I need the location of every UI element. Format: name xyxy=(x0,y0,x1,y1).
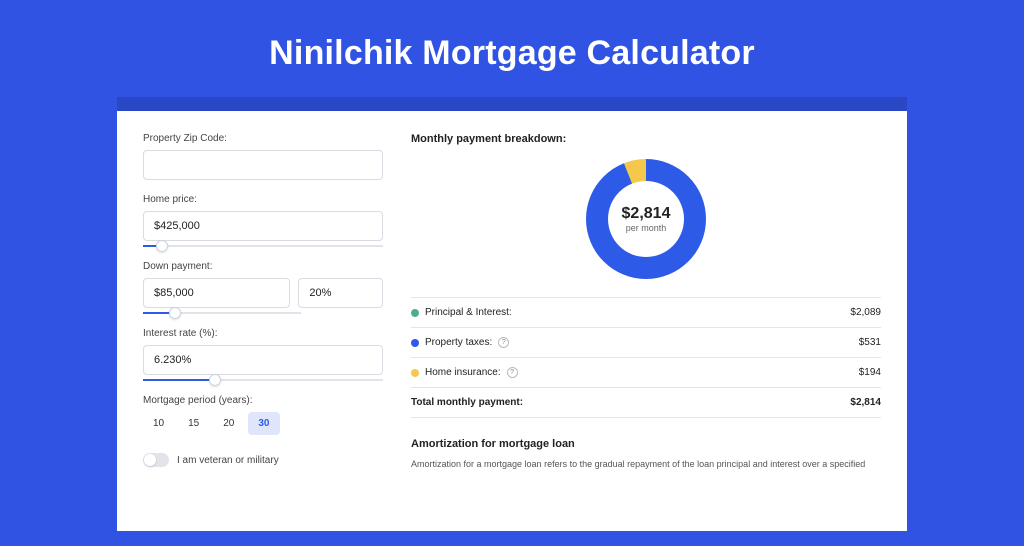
interest-rate-field: Interest rate (%): xyxy=(143,328,383,381)
donut-amount: $2,814 xyxy=(622,205,671,223)
total-row: Total monthly payment: $2,814 xyxy=(411,388,881,418)
home-price-field: Home price: xyxy=(143,194,383,247)
breakdown-title: Monthly payment breakdown: xyxy=(411,133,881,145)
row-label: Property taxes: xyxy=(425,337,492,348)
slider-thumb[interactable] xyxy=(156,240,168,252)
breakdown-row: Principal & Interest: $2,089 xyxy=(411,298,881,328)
page-title: Ninilchik Mortgage Calculator xyxy=(0,34,1024,73)
mortgage-period-label: Mortgage period (years): xyxy=(143,395,383,406)
breakdown-row: Home insurance:? $194 xyxy=(411,358,881,388)
breakdown-rows: Principal & Interest: $2,089 Property taxe… xyxy=(411,297,881,418)
zip-input[interactable] xyxy=(143,150,383,180)
mortgage-period-tabs: 10152030 xyxy=(143,412,383,435)
period-tab-15[interactable]: 15 xyxy=(178,412,209,435)
interest-rate-label: Interest rate (%): xyxy=(143,328,383,339)
help-icon[interactable]: ? xyxy=(498,337,509,348)
donut-sub: per month xyxy=(622,223,671,233)
calculator-card: Property Zip Code: Home price: Down paym… xyxy=(117,111,907,531)
veteran-toggle[interactable] xyxy=(143,453,169,467)
breakdown-column: Monthly payment breakdown: $2,814 per mo… xyxy=(411,133,881,471)
down-payment-input[interactable] xyxy=(143,278,290,308)
down-payment-slider[interactable] xyxy=(143,312,301,314)
row-label: Principal & Interest: xyxy=(425,307,512,318)
green-dot-icon xyxy=(411,309,419,317)
home-price-label: Home price: xyxy=(143,194,383,205)
period-tab-20[interactable]: 20 xyxy=(213,412,244,435)
slider-thumb[interactable] xyxy=(169,307,181,319)
inputs-column: Property Zip Code: Home price: Down paym… xyxy=(143,133,383,471)
zip-label: Property Zip Code: xyxy=(143,133,383,144)
amortization-title: Amortization for mortgage loan xyxy=(411,438,881,450)
period-tab-10[interactable]: 10 xyxy=(143,412,174,435)
down-payment-field: Down payment: xyxy=(143,261,383,314)
row-value: $194 xyxy=(859,367,881,378)
down-payment-label: Down payment: xyxy=(143,261,383,272)
interest-rate-input[interactable] xyxy=(143,345,383,375)
row-value: $2,089 xyxy=(850,307,881,318)
blue-dot-icon xyxy=(411,339,419,347)
veteran-row: I am veteran or military xyxy=(143,453,383,467)
yellow-dot-icon xyxy=(411,369,419,377)
slider-thumb[interactable] xyxy=(209,374,221,386)
home-price-slider[interactable] xyxy=(143,245,383,247)
veteran-label: I am veteran or military xyxy=(177,455,279,466)
row-value: $531 xyxy=(859,337,881,348)
interest-rate-slider[interactable] xyxy=(143,379,383,381)
breakdown-row: Property taxes:? $531 xyxy=(411,328,881,358)
home-price-input[interactable] xyxy=(143,211,383,241)
mortgage-period-field: Mortgage period (years): 10152030 xyxy=(143,395,383,435)
period-tab-30[interactable]: 30 xyxy=(248,412,279,435)
help-icon[interactable]: ? xyxy=(507,367,518,378)
card-band: Property Zip Code: Home price: Down paym… xyxy=(117,97,907,531)
zip-field: Property Zip Code: xyxy=(143,133,383,180)
amortization-text: Amortization for a mortgage loan refers … xyxy=(411,458,881,471)
down-payment-pct-input[interactable] xyxy=(298,278,383,308)
payment-donut-chart: $2,814 per month xyxy=(586,159,706,279)
total-value: $2,814 xyxy=(850,397,881,408)
row-label: Home insurance: xyxy=(425,367,501,378)
total-label: Total monthly payment: xyxy=(411,397,523,408)
